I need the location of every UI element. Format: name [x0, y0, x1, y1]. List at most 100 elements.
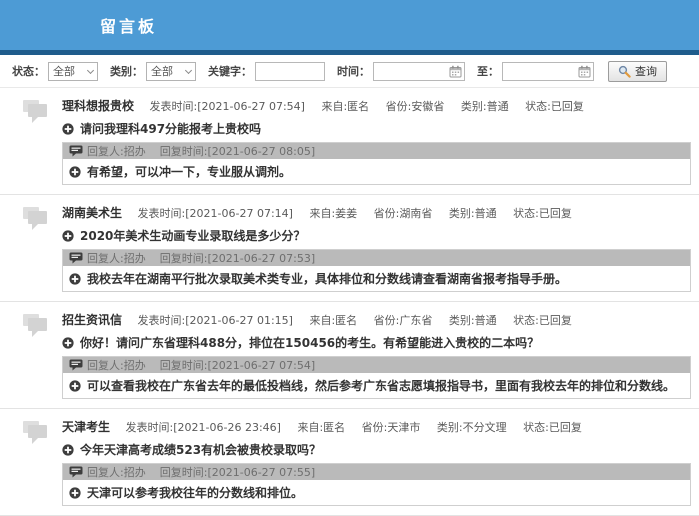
- answer-text: 有希望，可以冲一下，专业服从调剂。: [87, 163, 291, 180]
- chat-bubbles-icon: [22, 314, 52, 340]
- question-line: 请问我理科497分能报考上贵校吗: [62, 120, 691, 137]
- meta-category-label: 类别:: [449, 207, 475, 220]
- calendar-icon[interactable]: [578, 65, 591, 78]
- meta-status-value: 已回复: [549, 421, 582, 434]
- reply-bar: 回复人:招办 回复时间:[2021-06-27 07:53]: [63, 250, 690, 266]
- meta-province: 省份:安徽省: [386, 100, 445, 113]
- status-label: 状态：: [12, 63, 45, 79]
- reply-time-label: 回复时间:: [160, 145, 208, 158]
- meta-posted-value: [2021-06-27 01:15]: [185, 314, 293, 327]
- meta-category-value: 普通: [475, 207, 497, 220]
- message-item: 招生资讯信 发表时间:[2021-06-27 01:15] 来自:匿名 省份:广…: [0, 302, 699, 409]
- meta-posted-label: 发表时间:: [150, 100, 198, 113]
- meta-posted: 发表时间:[2021-06-26 23:46]: [126, 421, 281, 434]
- meta-status: 状态:已回复: [525, 100, 584, 113]
- meta-category: 类别:普通: [449, 207, 497, 220]
- question-text: 你好！请问广东省理科488分，排位在150456的考生。有希望能进入贵校的二本吗…: [80, 334, 539, 351]
- meta-province-value: 安徽省: [411, 100, 444, 113]
- plus-circle-icon: [69, 380, 81, 392]
- meta-from-value: 匿名: [347, 100, 369, 113]
- calendar-icon[interactable]: [449, 65, 462, 78]
- reply-time: 回复时间:[2021-06-27 07:54]: [160, 357, 315, 373]
- search-button[interactable]: 查询: [608, 61, 667, 82]
- time-to-input[interactable]: [503, 64, 578, 79]
- meta-category: 类别:不分文理: [437, 421, 507, 434]
- replier: 回复人:招办: [87, 143, 146, 159]
- meta-status-value: 已回复: [551, 100, 584, 113]
- meta-posted: 发表时间:[2021-06-27 07:54]: [150, 100, 305, 113]
- meta-from-value: 姜姜: [335, 207, 357, 220]
- reply-time: 回复时间:[2021-06-27 07:53]: [160, 250, 315, 266]
- page-title: 留言板: [100, 13, 157, 37]
- message-title[interactable]: 湖南美术生: [62, 206, 122, 220]
- replier: 回复人:招办: [87, 464, 146, 480]
- reply-box: 回复人:招办 回复时间:[2021-06-27 07:53] 我校去年在湖南平行…: [62, 249, 691, 292]
- time-from-field[interactable]: [373, 62, 465, 81]
- message-meta-line: 招生资讯信 发表时间:[2021-06-27 01:15] 来自:匿名 省份:广…: [62, 311, 691, 328]
- message-item: 天津考生 发表时间:[2021-06-26 23:46] 来自:匿名 省份:天津…: [0, 409, 699, 516]
- message-title[interactable]: 理科想报贵校: [62, 99, 134, 113]
- message-item: 理科想报贵校 发表时间:[2021-06-27 07:54] 来自:匿名 省份:…: [0, 88, 699, 195]
- reply-bar: 回复人:招办 回复时间:[2021-06-27 07:55]: [63, 464, 690, 480]
- keyword-input[interactable]: [255, 62, 325, 81]
- meta-posted: 发表时间:[2021-06-27 07:14]: [138, 207, 293, 220]
- time-from-input[interactable]: [374, 64, 449, 79]
- chat-bubbles-icon: [22, 421, 52, 447]
- meta-province-label: 省份:: [362, 421, 388, 434]
- meta-category: 类别:普通: [449, 314, 497, 327]
- meta-status-label: 状态:: [525, 100, 551, 113]
- meta-status-value: 已回复: [539, 207, 572, 220]
- reply-time: 回复时间:[2021-06-27 07:55]: [160, 464, 315, 480]
- meta-province: 省份:湖南省: [374, 207, 433, 220]
- message-title[interactable]: 天津考生: [62, 420, 110, 434]
- status-select[interactable]: 全部: [48, 62, 98, 81]
- meta-status: 状态:已回复: [523, 421, 582, 434]
- meta-province-value: 天津市: [387, 421, 420, 434]
- message-item: 湖南美术生 发表时间:[2021-06-27 07:14] 来自:姜姜 省份:湖…: [0, 195, 699, 302]
- replier: 回复人:招办: [87, 357, 146, 373]
- meta-category-value: 普通: [475, 314, 497, 327]
- category-select[interactable]: 全部: [146, 62, 196, 81]
- chat-bubbles-icon: [22, 207, 52, 233]
- meta-posted-label: 发表时间:: [138, 314, 186, 327]
- meta-posted-label: 发表时间:: [138, 207, 186, 220]
- meta-status: 状态:已回复: [513, 314, 572, 327]
- meta-status-label: 状态:: [513, 314, 539, 327]
- meta-from-label: 来自:: [309, 314, 335, 327]
- reply-time-value: [2021-06-27 07:55]: [207, 466, 315, 479]
- time-to-field[interactable]: [502, 62, 594, 81]
- message-meta-line: 湖南美术生 发表时间:[2021-06-27 07:14] 来自:姜姜 省份:湖…: [62, 204, 691, 221]
- replier-label: 回复人:: [87, 466, 124, 479]
- search-button-label: 查询: [635, 63, 657, 79]
- meta-province-label: 省份:: [374, 314, 400, 327]
- meta-category-label: 类别:: [437, 421, 463, 434]
- message-content: 湖南美术生 发表时间:[2021-06-27 07:14] 来自:姜姜 省份:湖…: [62, 204, 691, 292]
- message-content: 天津考生 发表时间:[2021-06-26 23:46] 来自:匿名 省份:天津…: [62, 418, 691, 506]
- reply-bubble-icon: [69, 466, 83, 478]
- reply-time-label: 回复时间:: [160, 252, 208, 265]
- replier-label: 回复人:: [87, 359, 124, 372]
- plus-circle-icon: [62, 230, 74, 242]
- plus-circle-icon: [69, 487, 81, 499]
- chat-bubble-front: [28, 318, 47, 331]
- reply-time-label: 回复时间:: [160, 466, 208, 479]
- meta-from-label: 来自:: [321, 100, 347, 113]
- question-text: 今年天津高考成绩523有机会被贵校录取吗？: [80, 441, 321, 458]
- answer-text: 我校去年在湖南平行批次录取美术类专业，具体排位和分数线请查看湖南省报考指导手册。: [87, 270, 567, 287]
- meta-posted-value: [2021-06-26 23:46]: [173, 421, 281, 434]
- reply-bubble-icon: [69, 359, 83, 371]
- reply-time-value: [2021-06-27 07:53]: [207, 252, 315, 265]
- reply-time-value: [2021-06-27 07:54]: [207, 359, 315, 372]
- plus-circle-icon: [69, 273, 81, 285]
- to-label: 至：: [477, 63, 499, 79]
- meta-status-label: 状态:: [523, 421, 549, 434]
- question-text: 请问我理科497分能报考上贵校吗: [80, 120, 261, 137]
- answer-line: 我校去年在湖南平行批次录取美术类专业，具体排位和分数线请查看湖南省报考指导手册。: [63, 266, 690, 291]
- chat-bubble-front: [28, 425, 47, 438]
- status-select-value: 全部: [53, 63, 75, 79]
- meta-from: 来自:姜姜: [309, 207, 357, 220]
- meta-from-label: 来自:: [297, 421, 323, 434]
- message-title[interactable]: 招生资讯信: [62, 313, 122, 327]
- message-meta-line: 理科想报贵校 发表时间:[2021-06-27 07:54] 来自:匿名 省份:…: [62, 97, 691, 114]
- reply-bar: 回复人:招办 回复时间:[2021-06-27 08:05]: [63, 143, 690, 159]
